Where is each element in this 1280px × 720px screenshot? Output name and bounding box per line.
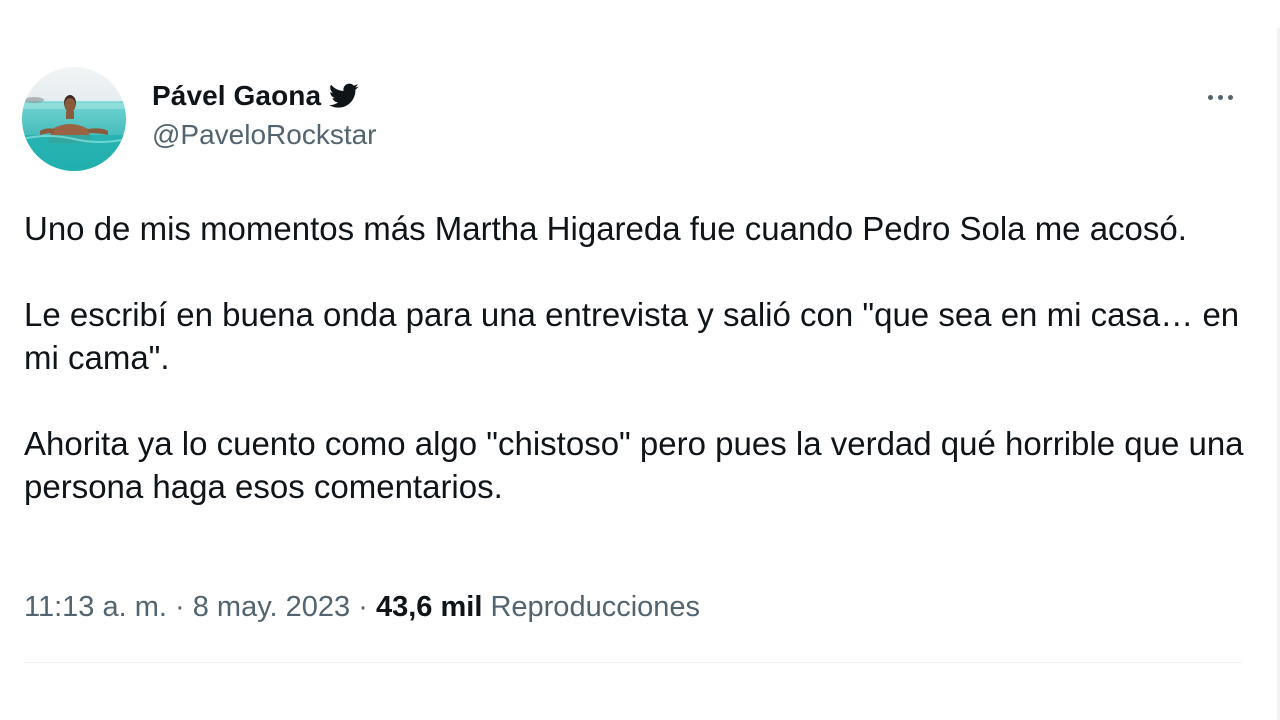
avatar[interactable]: [22, 67, 126, 171]
tweet-paragraph: Ahorita ya lo cuento como algo "chistoso…: [24, 425, 1244, 505]
divider: [24, 662, 1242, 663]
author-block[interactable]: Pável Gaona @PaveloRockstar: [152, 78, 377, 151]
tweet-paragraph: Le escribí en buena onda para una entrev…: [24, 296, 1240, 376]
twitter-bird-icon: [329, 83, 359, 109]
display-name[interactable]: Pável Gaona: [152, 80, 321, 112]
profile-photo-icon: [22, 67, 126, 171]
views-count[interactable]: 43,6 mil: [376, 591, 482, 623]
tweet-time[interactable]: 11:13 a. m.: [24, 591, 167, 623]
meta-separator: ·: [175, 591, 185, 623]
tweet-text: Uno de mis momentos más Martha Higareda …: [24, 207, 1244, 551]
more-dot-icon: [1207, 94, 1213, 100]
tweet-card: Pável Gaona @PaveloRockstar Uno de mis m…: [0, 0, 1280, 720]
name-row: Pável Gaona: [152, 78, 377, 114]
user-handle[interactable]: @PaveloRockstar: [152, 119, 377, 151]
more-dot-icon: [1217, 94, 1223, 100]
tweet-date[interactable]: 8 may. 2023: [193, 591, 350, 623]
views-label: Reproducciones: [490, 591, 701, 623]
tweet-meta: 11:13 a. m. · 8 may. 2023 · 43,6 mil Rep…: [24, 588, 700, 626]
more-dot-icon: [1227, 94, 1233, 100]
tweet-paragraph: Uno de mis momentos más Martha Higareda …: [24, 210, 1187, 247]
meta-separator: ·: [358, 591, 368, 623]
more-options-button[interactable]: [1200, 82, 1240, 112]
